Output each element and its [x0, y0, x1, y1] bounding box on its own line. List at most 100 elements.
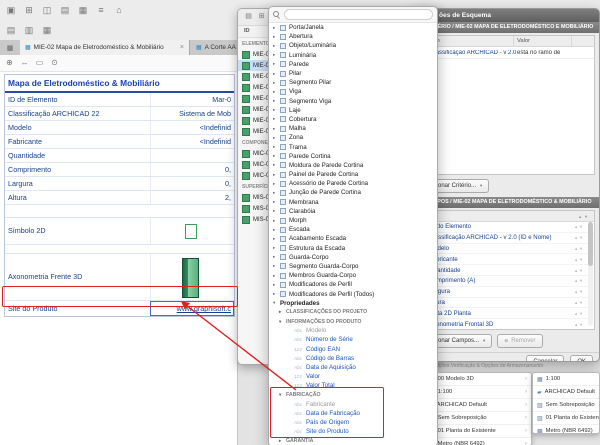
disclosure-triangle-icon[interactable]: ▸	[273, 61, 280, 67]
menu-item[interactable]: Abc Data de Aquisição	[269, 363, 437, 372]
menu-item[interactable]: ▸ Trama	[269, 142, 437, 151]
view-toolbar-icon[interactable]: ▭	[32, 55, 47, 71]
quick-option-value-row[interactable]: ▧ Sem Sobreposição	[533, 399, 599, 412]
toolbar-icon[interactable]: ≡	[92, 2, 110, 18]
menu-item[interactable]: ▸ Guarda-Corpo	[269, 253, 437, 262]
quick-option-value-row[interactable]: ▨ 01 Planta do Existente	[533, 412, 599, 425]
criteria-section-header[interactable]: ▾ CRITÉRIO / MIE-02 MAPA DE ELETRODOMÉST…	[413, 22, 599, 33]
disclosure-triangle-icon[interactable]: ▸	[273, 144, 280, 150]
disclosure-triangle-icon[interactable]: ▸	[273, 263, 280, 269]
disclosure-triangle-icon[interactable]: ▸	[273, 208, 280, 214]
reorder-arrows-icon[interactable]: ▲▼	[574, 289, 584, 294]
menu-item[interactable]: Abc Número de Série	[269, 335, 437, 344]
menu-item[interactable]: ▸ Abertura	[269, 32, 437, 41]
disclosure-triangle-icon[interactable]: ▸	[279, 438, 286, 444]
disclosure-triangle-icon[interactable]: ▸	[273, 273, 280, 279]
schedule-row-value[interactable]: Mar-0	[150, 93, 234, 106]
disclosure-triangle-icon[interactable]: ▸	[273, 172, 280, 178]
menu-item[interactable]: 123 Valor	[269, 372, 437, 381]
disclosure-triangle-icon[interactable]: ▸	[273, 282, 280, 288]
menu-item[interactable]: ▸ Cobertura	[269, 115, 437, 124]
fields-scrollbar[interactable]	[588, 222, 593, 326]
menu-item[interactable]: ▸ GARANTIA	[269, 436, 437, 445]
reorder-arrows-icon[interactable]: ▲▼	[574, 224, 584, 229]
disclosure-triangle-icon[interactable]: ▸	[279, 309, 286, 315]
menu-item[interactable]: 123 Código EAN	[269, 345, 437, 354]
menu-item[interactable]: ▸ Pilar	[269, 69, 437, 78]
menu-item[interactable]: ▸ CLASSIFICAÇÕES DO PROJETO	[269, 308, 437, 317]
schedule-row-value[interactable]: 2,	[150, 191, 234, 204]
grid-view-icon[interactable]: ⊞	[255, 9, 268, 25]
symbol-cell[interactable]	[150, 218, 234, 244]
menu-item[interactable]: ▸ Laje	[269, 106, 437, 115]
reorder-arrows-icon[interactable]: ▲▼	[574, 278, 584, 283]
disclosure-triangle-icon[interactable]: ▸	[273, 71, 280, 77]
reorder-arrows-icon[interactable]: ▲▼	[574, 322, 584, 327]
quick-option-value-row[interactable]: ▦ 1:100	[533, 373, 599, 386]
disclosure-triangle-icon[interactable]: ▸	[273, 227, 280, 233]
remove-field-button[interactable]: ⊖ Remover	[497, 334, 543, 348]
menu-item[interactable]: ▾ Propriedades	[269, 299, 437, 308]
toolbar-icon[interactable]: ⊞	[20, 2, 38, 18]
field-row[interactable]: Comprimento (A) ▲▼	[418, 276, 594, 287]
field-row[interactable]: Classificação ARCHICAD - v 2.0 (ID e Nom…	[418, 233, 594, 244]
disclosure-triangle-icon[interactable]: ▸	[273, 181, 280, 187]
cancel-button[interactable]: Cancelar	[526, 354, 565, 361]
reorder-arrows-icon[interactable]: ▲▼	[574, 311, 584, 316]
disclosure-triangle-icon[interactable]: ▸	[273, 89, 280, 95]
disclosure-triangle-icon[interactable]: ▸	[273, 135, 280, 141]
site-url-link[interactable]: www.graphisoft.c	[150, 301, 234, 316]
toolbar-icon[interactable]: ◫	[38, 2, 56, 18]
menu-item[interactable]: ▸ Modificadores de Perfil	[269, 280, 437, 289]
quick-option-row[interactable]: ▩ Metro (NBR 6492) ›	[425, 438, 531, 445]
menu-item[interactable]: Abc Site do Produto	[269, 427, 437, 436]
disclosure-triangle-icon[interactable]: ▸	[273, 52, 280, 58]
menu-item[interactable]: ▸ Clarabóia	[269, 207, 437, 216]
disclosure-triangle-icon[interactable]: ▾	[279, 319, 286, 325]
disclosure-triangle-icon[interactable]: ▸	[273, 34, 280, 40]
disclosure-triangle-icon[interactable]: ▸	[273, 107, 280, 113]
menu-item[interactable]: ▸ Membros Guarda-Corpo	[269, 271, 437, 280]
disclosure-triangle-icon[interactable]: ▸	[273, 245, 280, 251]
quick-option-row[interactable]: ▤ 00 Modelo 3D ›	[425, 373, 531, 386]
disclosure-triangle-icon[interactable]: ▸	[273, 126, 280, 132]
axonometry-cell[interactable]	[150, 254, 234, 300]
menu-item[interactable]: ▸ Viga	[269, 87, 437, 96]
menu-item[interactable]: ▸ Morph	[269, 216, 437, 225]
schedule-row-value[interactable]: Sistema de Mob	[150, 107, 234, 120]
field-row[interactable]: Vista 2D Planta ▲▼	[418, 308, 594, 320]
menu-item[interactable]: ▸ Junção de Parede Cortina	[269, 188, 437, 197]
disclosure-triangle-icon[interactable]: ▸	[273, 199, 280, 205]
menu-item[interactable]: Abc País de Origem	[269, 418, 437, 427]
quick-option-row[interactable]: ▧ Sem Sobreposição ›	[425, 412, 531, 425]
menu-item[interactable]: Abc Fabricante	[269, 400, 437, 409]
document-icon[interactable]: ▤	[2, 22, 20, 38]
quick-option-row[interactable]: ▰ ARCHICAD Default ›	[425, 399, 531, 412]
disclosure-triangle-icon[interactable]: ▸	[273, 153, 280, 159]
menu-item[interactable]: ▸ Moldura de Parede Cortina	[269, 161, 437, 170]
disclosure-triangle-icon[interactable]: ▸	[273, 190, 280, 196]
list-view-icon[interactable]: ▤	[242, 9, 255, 25]
reorder-arrows-icon[interactable]: ▲▼	[574, 235, 584, 240]
disclosure-triangle-icon[interactable]: ▸	[273, 116, 280, 122]
tab-schedule[interactable]: ▦ MIE-02 Mapa de Eletrodoméstico & Mobil…	[20, 40, 190, 55]
reorder-arrows-icon[interactable]: ▲▼	[574, 268, 584, 273]
schedule-row-value[interactable]: 0,	[150, 163, 234, 176]
field-row[interactable]: Modelo ▲▼	[418, 244, 594, 255]
toolbar-icon[interactable]: ▦	[74, 2, 92, 18]
menu-item[interactable]: ▸ Segmento Viga	[269, 97, 437, 106]
menu-item[interactable]: 123 Valor Total	[269, 381, 437, 390]
fields-section-header[interactable]: ▾ CAMPOS / MIE-02 MAPA DE ELETRODOMÉSTIC…	[413, 197, 599, 208]
menu-item[interactable]: Abc Modelo	[269, 326, 437, 335]
reorder-arrows-icon[interactable]: ▲▼	[574, 246, 584, 251]
scrollbar-thumb[interactable]	[588, 222, 593, 266]
menu-item[interactable]: ▸ Segmento Guarda-Corpo	[269, 262, 437, 271]
menu-item[interactable]: Abc Data de Fabricação	[269, 409, 437, 418]
close-tab-icon[interactable]: ×	[176, 44, 184, 51]
quick-option-value-row[interactable]: ▩ Metro (NBR 6492)	[533, 425, 599, 433]
menu-item[interactable]: ▸ Malha	[269, 124, 437, 133]
menu-item[interactable]: ▸ Objeto/Luminária	[269, 41, 437, 50]
schedule-row-value[interactable]: <Indefinid	[150, 135, 234, 148]
disclosure-triangle-icon[interactable]: ▸	[273, 25, 280, 31]
menu-item[interactable]: ▸ Porta/Janela	[269, 23, 437, 32]
